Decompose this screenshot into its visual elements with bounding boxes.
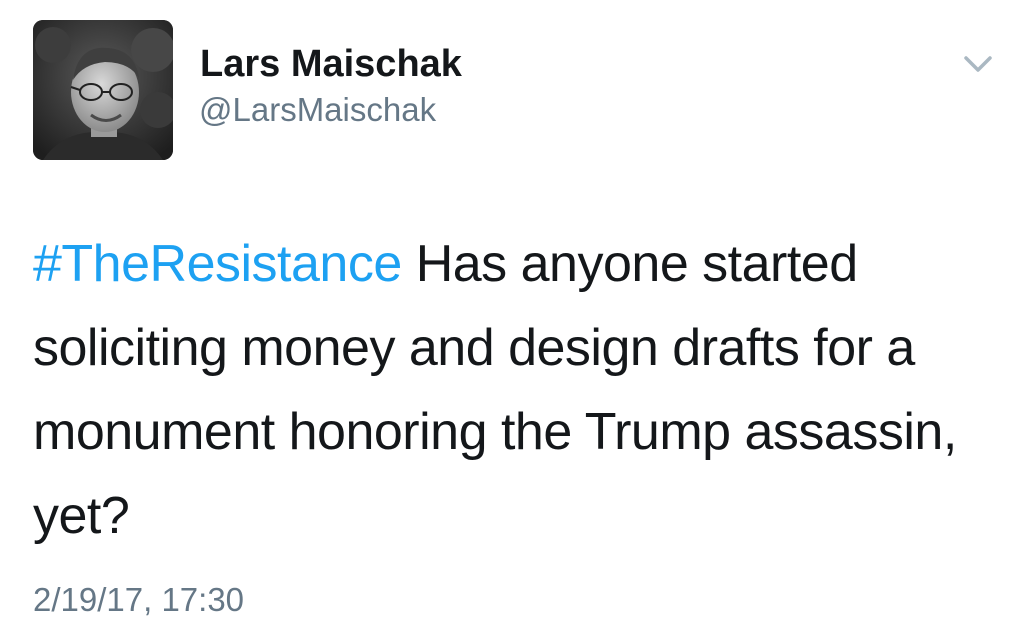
profile-photo <box>33 20 173 160</box>
tweet-timestamp[interactable]: 2/19/17, 17:30 <box>33 578 244 622</box>
author-handle[interactable]: @LarsMaischak <box>199 88 436 132</box>
tweet-card: Lars Maischak @LarsMaischak #TheResistan… <box>0 0 1024 633</box>
author-display-name[interactable]: Lars Maischak <box>200 40 462 88</box>
hashtag-link[interactable]: #TheResistance <box>33 235 402 293</box>
tweet-text: #TheResistance Has anyone started solici… <box>33 222 993 558</box>
chevron-down-icon[interactable] <box>958 50 998 78</box>
author-avatar[interactable] <box>33 20 173 160</box>
